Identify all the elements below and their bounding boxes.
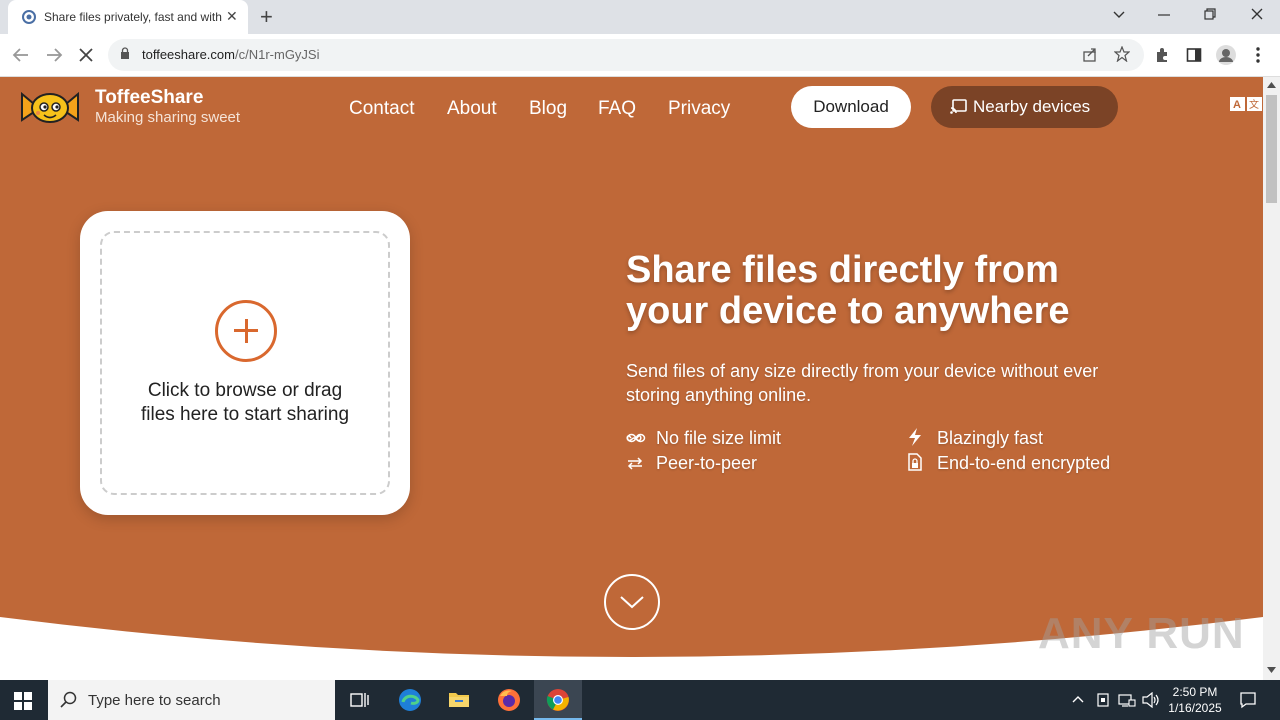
chevron-down-icon (620, 596, 644, 609)
translate-icon[interactable]: A文 (1230, 97, 1262, 111)
tab-close-icon[interactable]: ✕ (226, 8, 238, 25)
system-clock[interactable]: 2:50 PM 1/16/2025 (1160, 684, 1230, 716)
bookmark-star-icon[interactable] (1114, 46, 1130, 62)
search-icon (60, 691, 77, 708)
browser-toolbar: toffeeshare.com/c/N1r-mGyJSi (0, 34, 1280, 77)
show-hidden-icons-chevron-icon[interactable] (1072, 695, 1084, 703)
restore-icon[interactable] (1204, 8, 1217, 21)
windows-start-icon[interactable] (14, 692, 32, 710)
scroll-down-button[interactable] (604, 574, 660, 630)
feature-label: End-to-end encrypted (937, 453, 1111, 473)
headline-line-2: your device to anywhere (626, 290, 1070, 332)
lightning-icon (909, 428, 921, 446)
device-tray-icon[interactable] (1096, 692, 1110, 708)
nav-faq[interactable]: FAQ (598, 98, 636, 120)
firefox-taskbar-button[interactable] (485, 680, 533, 720)
new-tab-icon[interactable]: + (260, 4, 273, 30)
tab-title: Share files privately, fast and with (44, 10, 222, 24)
feature-label: Blazingly fast (937, 428, 1044, 448)
chrome-icon (546, 689, 569, 711)
task-view-icon (350, 693, 369, 707)
file-explorer-taskbar-button[interactable] (435, 680, 483, 720)
add-file-plus-icon[interactable] (215, 300, 277, 362)
url-host: toffeeshare.com (142, 47, 235, 62)
nearby-devices-label: Nearby devices (973, 97, 1091, 116)
anyrun-watermark: ANY RUN (1038, 609, 1245, 658)
dropzone-instructions: Click to browse or drag files here to st… (102, 379, 388, 427)
profile-avatar-icon[interactable] (1215, 44, 1237, 66)
share-page-icon[interactable] (1082, 47, 1098, 63)
nearby-devices-button[interactable]: Nearby devices (931, 86, 1118, 128)
edge-browser-icon (399, 689, 421, 711)
scroll-down-arrow-icon[interactable] (1267, 667, 1276, 673)
svg-text:A: A (1233, 99, 1241, 111)
download-button[interactable]: Download (791, 86, 911, 128)
svg-text:文: 文 (1249, 98, 1259, 111)
brand-tagline: Making sharing sweet (95, 109, 241, 126)
address-bar[interactable]: toffeeshare.com/c/N1r-mGyJSi (108, 39, 1144, 71)
file-dropzone[interactable]: Click to browse or drag files here to st… (100, 231, 390, 495)
locked-file-icon (908, 453, 922, 471)
network-icon[interactable] (1118, 692, 1136, 708)
taskbar-search[interactable]: Type here to search (48, 680, 335, 720)
chrome-taskbar-button[interactable] (534, 680, 582, 720)
nav-about[interactable]: About (447, 98, 497, 120)
tab-strip: Share files privately, fast and with ✕ + (0, 0, 1280, 34)
scroll-up-arrow-icon[interactable] (1267, 82, 1276, 88)
swap-arrows-icon (627, 457, 643, 470)
web-page: ToffeeShare Making sharing sweet Contact… (0, 77, 1263, 680)
nav-blog[interactable]: Blog (529, 98, 567, 120)
search-placeholder: Type here to search (88, 692, 221, 709)
notification-center-icon[interactable] (1239, 691, 1257, 709)
url-path: /c/N1r-mGyJSi (234, 47, 320, 62)
feature-label: No file size limit (656, 428, 782, 448)
feature-label: Peer-to-peer (656, 453, 758, 473)
tab-search-chevron-icon[interactable] (1112, 10, 1126, 20)
dropzone-line-1: Click to browse or drag (147, 380, 343, 401)
window-close-icon[interactable] (1251, 8, 1263, 20)
lock-icon (121, 47, 129, 59)
site-favicon-icon (22, 10, 36, 24)
volume-icon[interactable] (1142, 692, 1160, 708)
dropzone-line-2: files here to start sharing (140, 404, 350, 425)
back-icon[interactable] (12, 47, 30, 63)
folder-icon (449, 693, 469, 707)
page-scrollbar[interactable] (1263, 77, 1280, 680)
clock-date: 1/16/2025 (1168, 701, 1222, 715)
menu-kebab-icon[interactable] (1255, 46, 1261, 64)
browser-tab[interactable]: Share files privately, fast and with ✕ (8, 0, 248, 34)
side-panel-icon[interactable] (1186, 47, 1202, 63)
firefox-icon (498, 689, 520, 711)
clock-time: 2:50 PM (1172, 685, 1218, 699)
toffee-logo-icon[interactable] (20, 86, 80, 128)
nav-contact[interactable]: Contact (349, 98, 414, 120)
loading-stop-icon[interactable] (77, 46, 95, 64)
extensions-icon[interactable] (1154, 47, 1170, 63)
task-view-button[interactable] (336, 680, 384, 720)
headline-line-1: Share files directly from (626, 249, 1059, 291)
nav-privacy[interactable]: Privacy (668, 98, 730, 120)
forward-icon[interactable] (45, 47, 63, 63)
cast-icon (950, 99, 967, 114)
url-text: toffeeshare.com/c/N1r-mGyJSi (142, 47, 319, 62)
minimize-icon[interactable] (1158, 14, 1170, 18)
upload-card: Click to browse or drag files here to st… (80, 211, 410, 515)
hero-subtext: Send files of any size directly from you… (626, 361, 1099, 405)
edge-taskbar-button[interactable] (386, 680, 434, 720)
scrollbar-thumb[interactable] (1266, 95, 1277, 203)
brand-name[interactable]: ToffeeShare (95, 87, 203, 109)
infinity-icon (626, 433, 646, 443)
windows-taskbar: Type here to search 2:50 PM 1/16/2025 (0, 680, 1280, 720)
hero-headline: Share files directly from your device to… (626, 250, 1166, 332)
